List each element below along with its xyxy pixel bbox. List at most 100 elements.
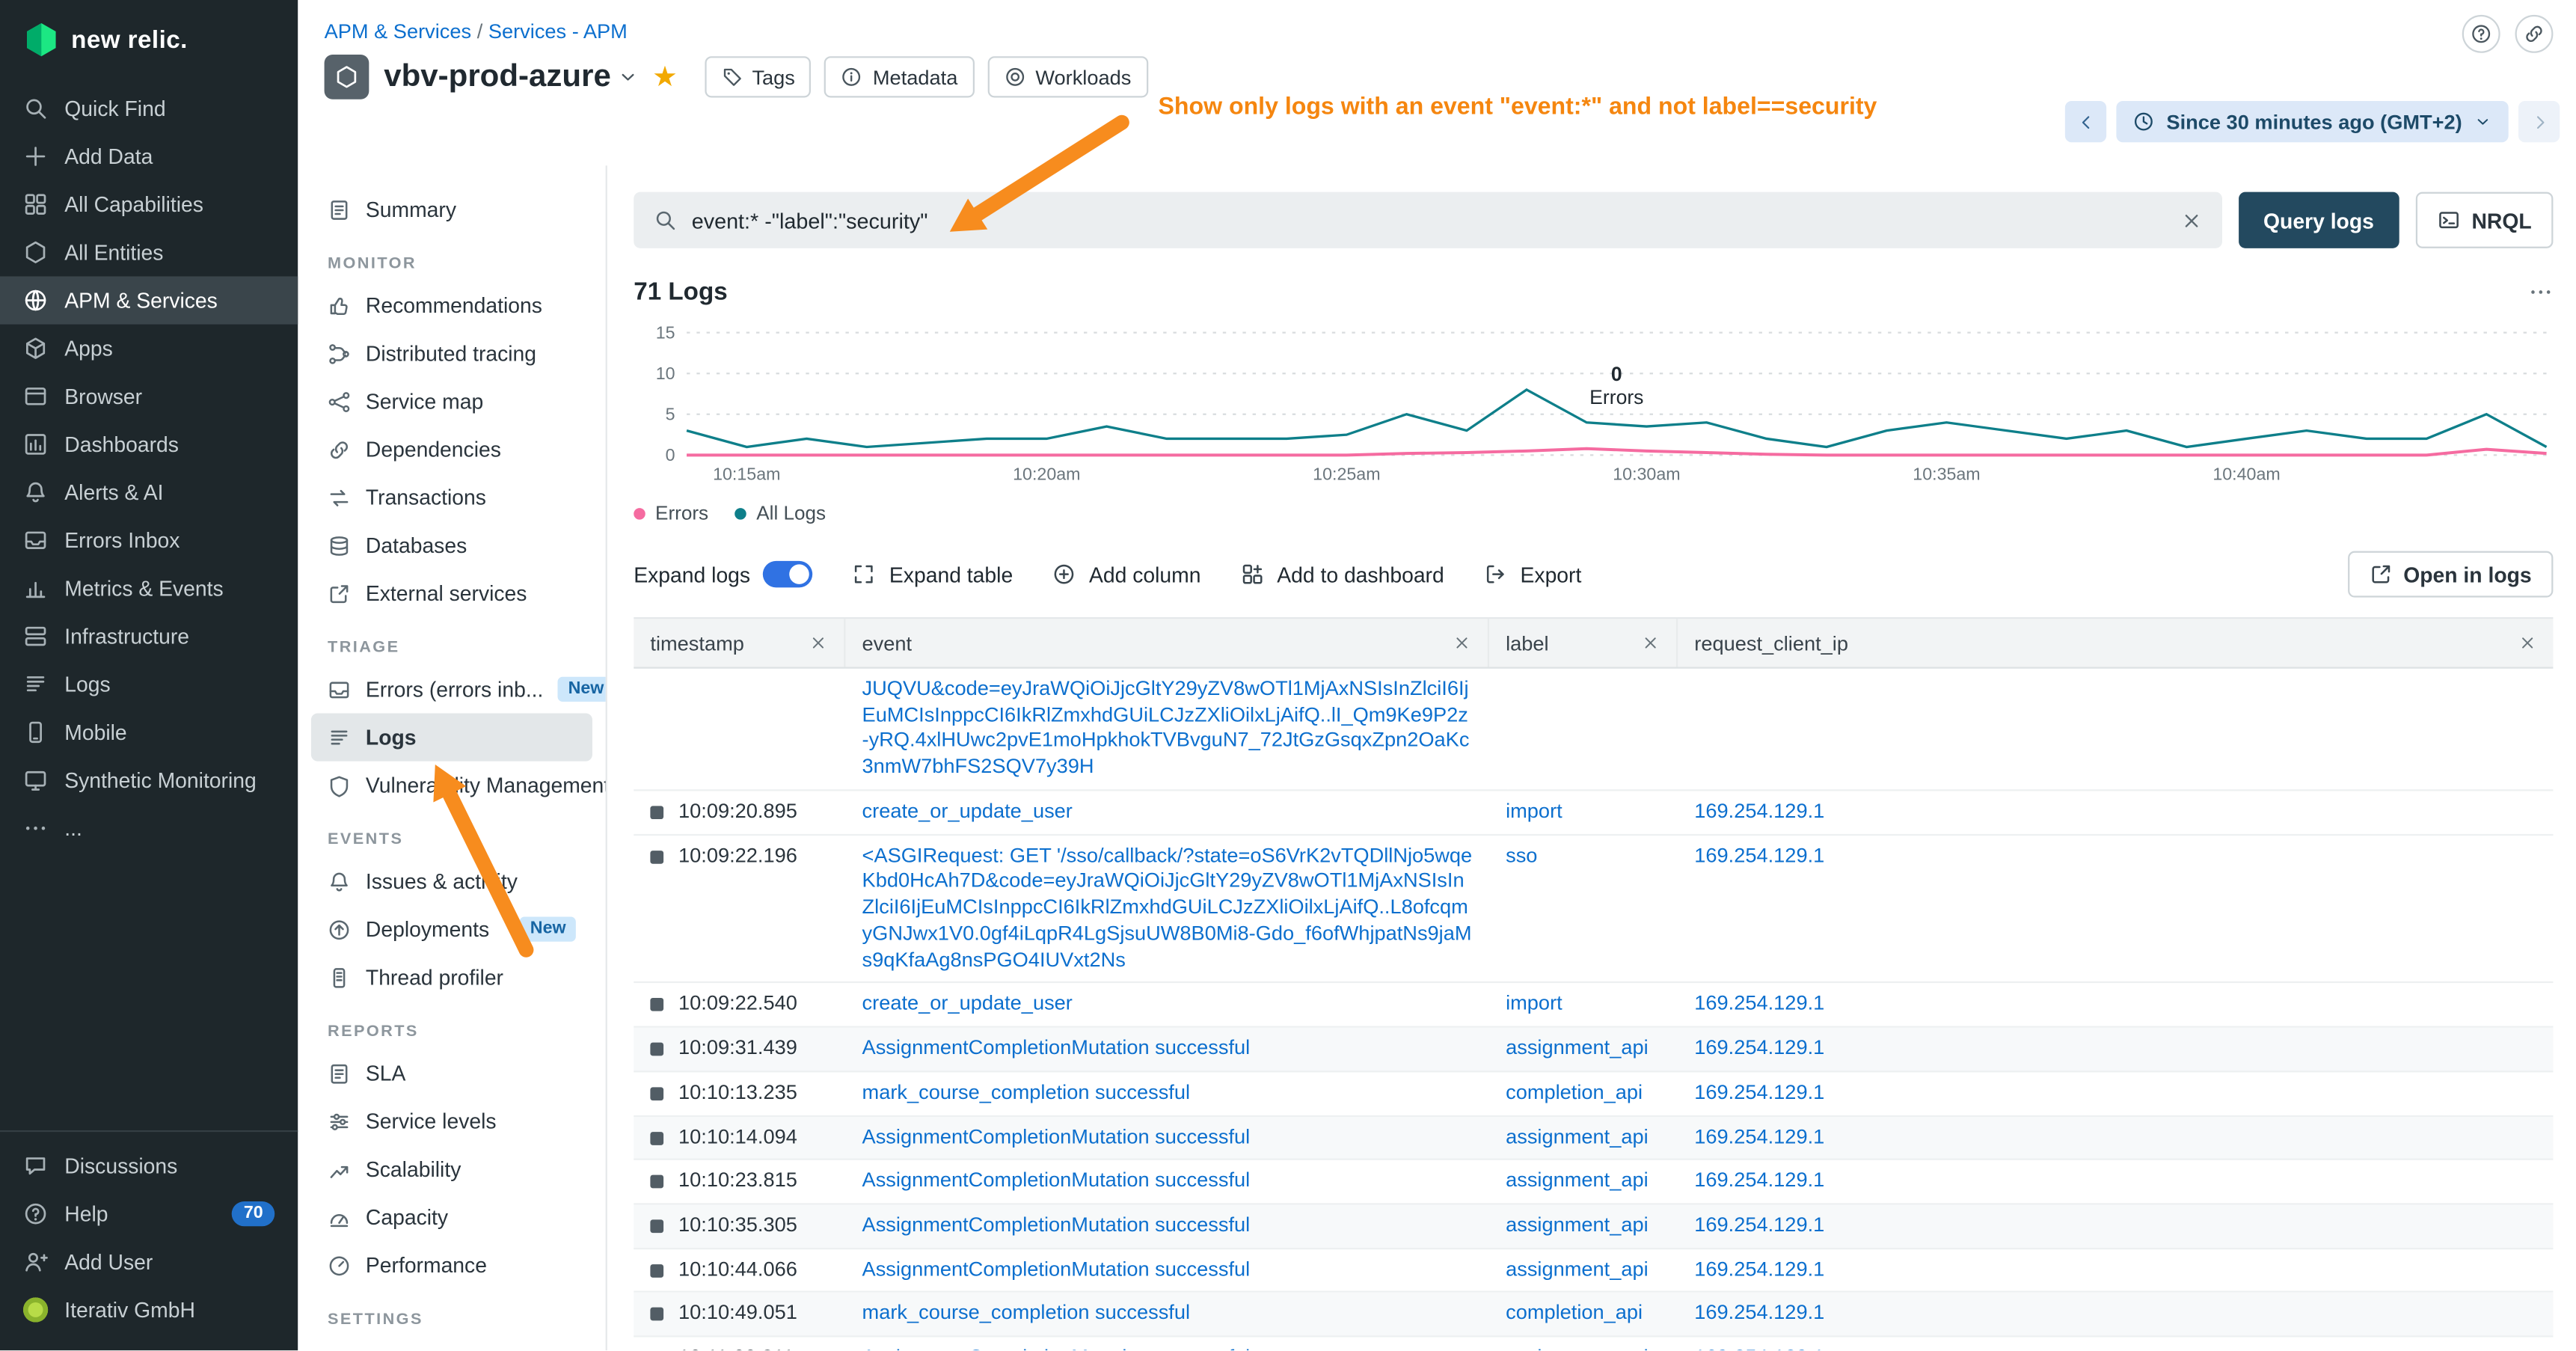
sidebar-item-browser[interactable]: Browser (0, 373, 298, 420)
remove-column-timestamp-icon[interactable] (809, 634, 827, 652)
log-row[interactable]: 10:09:20.895create_or_update_userimport1… (634, 791, 2553, 835)
subnav-item-performance[interactable]: Performance (311, 1241, 592, 1289)
log-row[interactable]: 10:09:31.439AssignmentCompletionMutation… (634, 1028, 2553, 1072)
log-label-link[interactable]: sso (1506, 843, 1537, 866)
row-checkbox[interactable] (650, 1131, 663, 1145)
column-header-label[interactable]: label (1489, 619, 1678, 667)
log-ip-link[interactable]: 169.254.129.1 (1694, 799, 1824, 822)
log-row[interactable]: 10:10:14.094AssignmentCompletionMutation… (634, 1116, 2553, 1160)
log-event-link[interactable]: AssignmentCompletionMutation successful (862, 1213, 1251, 1237)
chart-options-kebab-icon[interactable] (2528, 280, 2553, 304)
log-event-link[interactable]: create_or_update_user (862, 992, 1073, 1015)
favorite-star-icon[interactable]: ★ (652, 63, 678, 91)
log-event-link[interactable]: AssignmentCompletionMutation successful (862, 1257, 1251, 1281)
log-event-link[interactable]: AssignmentCompletionMutation successful (862, 1168, 1251, 1192)
sidebar-item-help[interactable]: Help70 (0, 1190, 298, 1238)
log-query-bar[interactable] (634, 192, 2221, 248)
metadata-button[interactable]: Metadata (825, 56, 975, 97)
sidebar-item-add-data[interactable]: Add Data (0, 132, 298, 180)
log-event-link[interactable]: AssignmentCompletionMutation successful (862, 1346, 1251, 1350)
log-label-link[interactable]: completion_api (1506, 1080, 1643, 1103)
remove-column-request-client-ip-icon[interactable] (2518, 634, 2536, 652)
sidebar-item-dashboards[interactable]: Dashboards (0, 420, 298, 468)
legend-errors[interactable]: Errors (634, 501, 708, 524)
row-checkbox[interactable] (650, 1219, 663, 1233)
log-ip-link[interactable]: 169.254.129.1 (1694, 1036, 1824, 1059)
subnav-item-summary[interactable]: Summary (311, 186, 592, 233)
expand-logs-toggle[interactable]: Expand logs (634, 561, 813, 587)
open-in-logs-button[interactable]: Open in logs (2347, 551, 2553, 598)
subnav-item-service-levels[interactable]: Service levels (311, 1097, 592, 1145)
log-ip-link[interactable]: 169.254.129.1 (1694, 1302, 1824, 1325)
log-ip-link[interactable]: 169.254.129.1 (1694, 1080, 1824, 1103)
log-ip-link[interactable]: 169.254.129.1 (1694, 1257, 1824, 1281)
time-forward-button[interactable] (2518, 101, 2560, 142)
legend-all-logs[interactable]: All Logs (735, 501, 826, 524)
log-row[interactable]: 10:11:00.311AssignmentCompletionMutation… (634, 1338, 2553, 1350)
subnav-item-scalability[interactable]: Scalability (311, 1145, 592, 1193)
subnav-item-vulnerability-management[interactable]: Vulnerability Management (311, 762, 592, 809)
sidebar-item-errors-inbox[interactable]: Errors Inbox (0, 516, 298, 564)
log-event-link[interactable]: <ASGIRequest: GET '/sso/callback/?state=… (862, 843, 1473, 970)
sidebar-item-add-user[interactable]: Add User (0, 1238, 298, 1286)
log-row[interactable]: 10:09:22.196<ASGIRequest: GET '/sso/call… (634, 835, 2553, 983)
sidebar-item-discussions[interactable]: Discussions (0, 1142, 298, 1189)
log-ip-link[interactable]: 169.254.129.1 (1694, 1124, 1824, 1148)
log-row[interactable]: 10:09:22.540create_or_update_userimport1… (634, 984, 2553, 1028)
copy-permalink-button[interactable] (2515, 15, 2554, 53)
subnav-item-distributed-tracing[interactable]: Distributed tracing (311, 329, 592, 377)
query-logs-button[interactable]: Query logs (2239, 192, 2399, 248)
subnav-item-external-services[interactable]: External services (311, 569, 592, 617)
log-event-link[interactable]: AssignmentCompletionMutation successful (862, 1124, 1251, 1148)
tags-button[interactable]: Tags (704, 56, 812, 97)
remove-column-event-icon[interactable] (1453, 634, 1471, 652)
sidebar-item-logs[interactable]: Logs (0, 661, 298, 708)
subnav-item-transactions[interactable]: Transactions (311, 474, 592, 521)
export-button[interactable]: Export (1484, 562, 1582, 586)
newrelic-logo[interactable]: new relic. (0, 0, 298, 85)
sidebar-item-all-capabilities[interactable]: All Capabilities (0, 180, 298, 228)
row-checkbox[interactable] (650, 999, 663, 1012)
log-row[interactable]: 10:10:23.815AssignmentCompletionMutation… (634, 1160, 2553, 1204)
log-ip-link[interactable]: 169.254.129.1 (1694, 1168, 1824, 1192)
column-header-request-client-ip[interactable]: request_client_ip (1678, 619, 2553, 667)
row-checkbox[interactable] (650, 1043, 663, 1056)
row-checkbox[interactable] (650, 850, 663, 863)
time-range-picker[interactable]: Since 30 minutes ago (GMT+2) (2117, 101, 2509, 142)
add-to-dashboard-button[interactable]: Add to dashboard (1241, 562, 1444, 586)
sidebar-item-infrastructure[interactable]: Infrastructure (0, 613, 298, 661)
log-event-link[interactable]: create_or_update_user (862, 799, 1073, 822)
subnav-item-thread-profiler[interactable]: Thread profiler (311, 953, 592, 1001)
subnav-item-databases[interactable]: Databases (311, 521, 592, 569)
sidebar-item-metrics-events[interactable]: Metrics & Events (0, 564, 298, 612)
entity-switcher-chevron-icon[interactable] (618, 66, 640, 88)
sidebar-item-all-entities[interactable]: All Entities (0, 228, 298, 276)
subnav-item-dependencies[interactable]: Dependencies (311, 426, 592, 474)
row-checkbox[interactable] (650, 806, 663, 819)
row-checkbox[interactable] (650, 1264, 663, 1278)
breadcrumb-services-apm[interactable]: Services - APM (488, 20, 628, 43)
subnav-item-logs[interactable]: Logs (311, 713, 592, 761)
sidebar-item-mobile[interactable]: Mobile (0, 708, 298, 756)
log-event-link[interactable]: JUQVU&code=eyJraWQiOiJjcGltY29yZV8wOTl1M… (862, 677, 1470, 778)
log-event-link[interactable]: mark_course_completion successful (862, 1302, 1190, 1325)
log-row[interactable]: 10:10:13.235mark_course_completion succe… (634, 1072, 2553, 1116)
row-checkbox[interactable] (650, 1175, 663, 1189)
sidebar-item-more[interactable]: ... (0, 804, 298, 852)
sidebar-item-iterativ-gmbh[interactable]: Iterativ GmbH (0, 1286, 298, 1334)
help-button[interactable] (2462, 15, 2500, 53)
expand-table-button[interactable]: Expand table (853, 562, 1013, 586)
log-label-link[interactable]: assignment_api (1506, 1036, 1649, 1059)
subnav-item-service-map[interactable]: Service map (311, 377, 592, 425)
subnav-item-recommendations[interactable]: Recommendations (311, 281, 592, 329)
log-label-link[interactable]: import (1506, 799, 1563, 822)
subnav-item-errors-errors-inb[interactable]: Errors (errors inb...New (311, 665, 592, 713)
log-row[interactable]: JUQVU&code=eyJraWQiOiJjcGltY29yZV8wOTl1M… (634, 669, 2553, 791)
subnav-item-sla[interactable]: SLA (311, 1050, 592, 1097)
log-row[interactable]: 10:10:49.051mark_course_completion succe… (634, 1293, 2553, 1338)
column-header-timestamp[interactable]: timestamp (634, 619, 845, 667)
log-label-link[interactable]: assignment_api (1506, 1124, 1649, 1148)
logs-timeline-chart[interactable]: 05101510:15am10:20am10:25am10:30am10:35a… (634, 322, 2553, 491)
log-ip-link[interactable]: 169.254.129.1 (1694, 992, 1824, 1015)
subnav-item-capacity[interactable]: Capacity (311, 1193, 592, 1241)
